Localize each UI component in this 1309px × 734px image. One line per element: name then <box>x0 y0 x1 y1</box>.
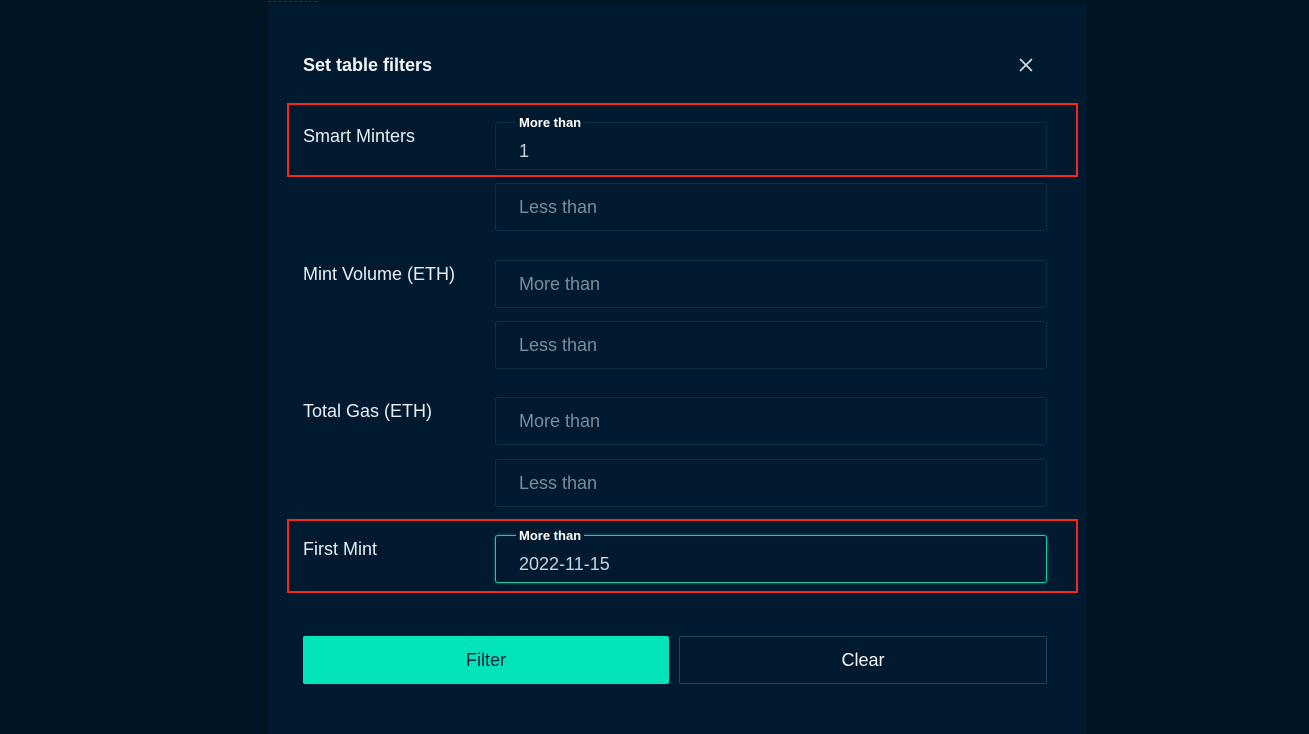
mint-volume-less-than-field[interactable] <box>495 321 1047 369</box>
filter-button[interactable]: Filter <box>303 636 669 684</box>
total-gas-more-than-input[interactable] <box>496 398 1046 444</box>
smart-minters-less-than-field[interactable] <box>495 183 1047 231</box>
total-gas-less-than-input[interactable] <box>496 460 1046 506</box>
smart-minters-more-than-field[interactable]: More than <box>495 115 1047 170</box>
filter-label-total-gas: Total Gas (ETH) <box>303 401 433 421</box>
filter-label-smart-minters: Smart Minters <box>303 126 416 146</box>
mint-volume-less-than-input[interactable] <box>496 322 1046 368</box>
total-gas-less-than-field[interactable] <box>495 459 1047 507</box>
close-icon <box>1019 58 1033 72</box>
mint-volume-more-than-field[interactable] <box>495 260 1047 308</box>
total-gas-more-than-field[interactable] <box>495 397 1047 445</box>
mint-volume-more-than-input[interactable] <box>496 261 1046 307</box>
first-mint-more-than-field[interactable]: More than <box>495 528 1047 583</box>
clear-button[interactable]: Clear <box>679 636 1047 684</box>
close-button[interactable] <box>1016 54 1036 76</box>
decorative-line <box>268 1 318 4</box>
filter-label-first-mint: First Mint <box>303 539 377 559</box>
filter-dialog: Set table filters Smart Minters More tha… <box>268 1 1086 734</box>
dialog-title: Set table filters <box>303 55 433 75</box>
first-mint-more-than-input[interactable] <box>496 536 1046 582</box>
smart-minters-more-than-input[interactable] <box>496 123 1046 169</box>
smart-minters-less-than-input[interactable] <box>496 184 1046 230</box>
filter-label-mint-volume: Mint Volume (ETH) <box>303 264 456 284</box>
